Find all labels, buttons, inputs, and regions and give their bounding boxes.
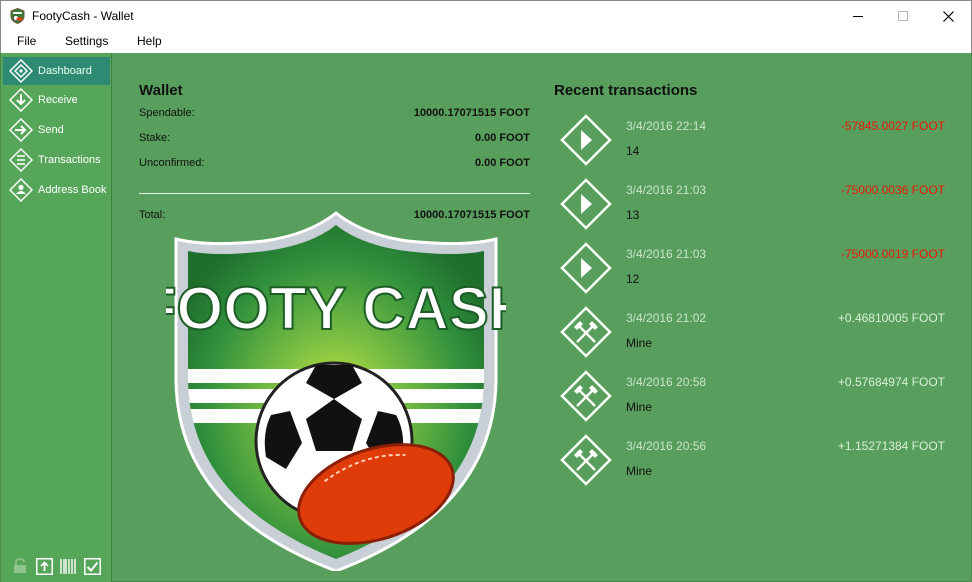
lock-icon[interactable] bbox=[11, 557, 29, 575]
transaction-amount: +0.57684974 FOOT bbox=[837, 375, 945, 389]
logo-text: FOOTY CASH bbox=[166, 275, 506, 342]
window-title: FootyCash - Wallet bbox=[32, 9, 134, 23]
unconfirmed-value: 0.00 FOOT bbox=[474, 157, 530, 169]
transaction-row[interactable]: 3/4/2016 20:58 +0.57684974 FOOT Mine bbox=[559, 369, 949, 425]
stake-row: Stake: 0.00 FOOT bbox=[139, 132, 530, 144]
upload-icon[interactable] bbox=[35, 557, 53, 575]
spendable-row: Spendable: 10000.17071515 FOOT bbox=[139, 107, 530, 119]
transaction-amount: -75000.0036 FOOT bbox=[840, 183, 945, 197]
address-book-icon bbox=[9, 178, 33, 202]
receive-icon bbox=[9, 88, 33, 112]
transaction-label: 13 bbox=[626, 208, 640, 222]
sidebar-item-dashboard[interactable]: Dashboard bbox=[3, 57, 110, 85]
menu-settings[interactable]: Settings bbox=[65, 34, 108, 48]
transactions-icon bbox=[9, 148, 33, 172]
main-content: Dashboard Receive Send Transactions Addr… bbox=[0, 53, 972, 582]
status-icons bbox=[11, 556, 101, 576]
app-logo-icon bbox=[10, 8, 25, 24]
transaction-date: 3/4/2016 22:14 bbox=[626, 119, 707, 133]
barcode-icon[interactable] bbox=[59, 557, 77, 575]
sidebar-item-label: Send bbox=[38, 124, 64, 136]
unconfirmed-row: Unconfirmed: 0.00 FOOT bbox=[139, 157, 530, 169]
dashboard-icon bbox=[9, 59, 33, 83]
transaction-row[interactable]: 3/4/2016 21:03 -75000.0036 FOOT 13 bbox=[559, 177, 949, 233]
send-transaction-icon bbox=[560, 242, 612, 294]
maximize-button[interactable] bbox=[880, 1, 926, 31]
mine-transaction-icon bbox=[560, 306, 612, 358]
send-transaction-icon bbox=[560, 178, 612, 230]
transaction-date: 3/4/2016 21:02 bbox=[626, 311, 707, 325]
close-button[interactable] bbox=[925, 1, 971, 31]
mine-transaction-icon bbox=[560, 370, 612, 422]
transaction-row[interactable]: 3/4/2016 21:02 +0.46810005 FOOT Mine bbox=[559, 305, 949, 361]
checkmark-icon[interactable] bbox=[83, 557, 101, 575]
transaction-row[interactable]: 3/4/2016 22:14 -57845.0027 FOOT 14 bbox=[559, 113, 949, 169]
spendable-value: 10000.17071515 FOOT bbox=[413, 107, 530, 119]
transaction-label: 14 bbox=[626, 144, 640, 158]
sidebar-item-transactions[interactable]: Transactions bbox=[3, 146, 110, 174]
transaction-date: 3/4/2016 21:03 bbox=[626, 183, 707, 197]
send-transaction-icon bbox=[560, 114, 612, 166]
minimize-icon bbox=[853, 16, 863, 17]
sidebar-item-label: Address Book bbox=[38, 184, 107, 196]
transaction-row[interactable]: 3/4/2016 21:03 -75000.0019 FOOT 12 bbox=[559, 241, 949, 297]
transaction-date: 3/4/2016 20:58 bbox=[626, 375, 707, 389]
title-bar: FootyCash - Wallet bbox=[0, 0, 972, 30]
sidebar-item-label: Transactions bbox=[38, 154, 101, 166]
wallet-divider bbox=[139, 193, 530, 194]
send-icon bbox=[9, 118, 33, 142]
transaction-amount: +1.15271384 FOOT bbox=[837, 439, 945, 453]
footycash-logo: FOOTY CASH bbox=[166, 211, 506, 571]
sidebar-item-receive[interactable]: Receive bbox=[3, 86, 110, 114]
transaction-label: Mine bbox=[626, 336, 653, 350]
minimize-button[interactable] bbox=[835, 1, 881, 31]
transaction-row[interactable]: 3/4/2016 20:56 +1.15271384 FOOT Mine bbox=[559, 433, 949, 489]
menu-file[interactable]: File bbox=[17, 34, 36, 48]
sidebar-item-send[interactable]: Send bbox=[3, 116, 110, 144]
sidebar-item-label: Dashboard bbox=[38, 65, 92, 77]
total-label: Total: bbox=[139, 209, 166, 221]
wallet-heading: Wallet bbox=[139, 82, 183, 99]
transaction-amount: -57845.0027 FOOT bbox=[840, 119, 945, 133]
spendable-label: Spendable: bbox=[139, 107, 195, 119]
stake-value: 0.00 FOOT bbox=[474, 132, 530, 144]
sidebar-item-address-book[interactable]: Address Book bbox=[3, 176, 110, 204]
transaction-date: 3/4/2016 21:03 bbox=[626, 247, 707, 261]
transaction-amount: +0.46810005 FOOT bbox=[837, 311, 945, 325]
sidebar: Dashboard Receive Send Transactions Addr… bbox=[1, 53, 112, 582]
maximize-icon bbox=[898, 11, 908, 21]
transaction-date: 3/4/2016 20:56 bbox=[626, 439, 707, 453]
menu-bar: File Settings Help bbox=[0, 30, 972, 53]
sidebar-item-label: Receive bbox=[38, 94, 78, 106]
menu-help[interactable]: Help bbox=[137, 34, 162, 48]
transaction-amount: -75000.0019 FOOT bbox=[840, 247, 945, 261]
transaction-label: 12 bbox=[626, 272, 640, 286]
transaction-label: Mine bbox=[626, 464, 653, 478]
unconfirmed-label: Unconfirmed: bbox=[139, 157, 205, 169]
mine-transaction-icon bbox=[560, 434, 612, 486]
transaction-label: Mine bbox=[626, 400, 653, 414]
stake-label: Stake: bbox=[139, 132, 171, 144]
recent-transactions-heading: Recent transactions bbox=[554, 82, 698, 99]
close-icon bbox=[942, 10, 954, 22]
